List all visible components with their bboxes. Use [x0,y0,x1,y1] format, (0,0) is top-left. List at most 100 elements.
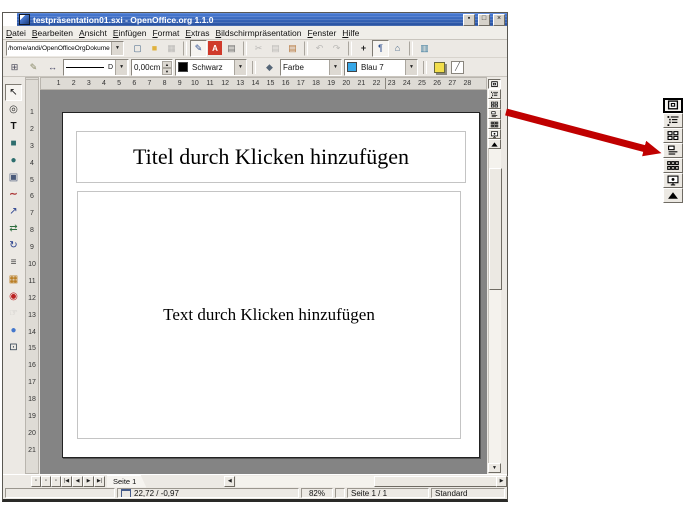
print-icon[interactable]: ▤ [223,40,240,57]
minimize-button[interactable]: ▪ [463,14,475,26]
cut-icon[interactable]: ✂ [250,40,267,57]
line-style-combobox[interactable]: D ▼ [63,59,129,76]
last-page-button[interactable]: ▶| [94,476,105,487]
rotate-icon[interactable]: ↻ [5,237,22,254]
scroll-left-button[interactable]: ◀ [224,476,235,487]
maximize-button[interactable]: □ [478,14,490,26]
vertical-ruler[interactable]: 123456789101112131415161718192021 [25,79,39,474]
load-url-combobox[interactable]: ▼ [6,41,124,56]
chevron-down-icon[interactable]: ▼ [115,60,127,75]
body-placeholder[interactable]: Text durch Klicken hinzufügen [77,191,461,439]
menu-item[interactable]: Extras [182,28,212,38]
3d-objects-icon[interactable]: ▣ [5,169,22,186]
shadow-icon[interactable] [434,62,445,73]
copy-icon[interactable]: ▤ [267,40,284,57]
area-fill-icon[interactable]: ◆ [261,59,278,76]
workspace[interactable]: Titel durch Klicken hinzufügen Text durc… [40,90,487,474]
slide-page[interactable]: Titel durch Klicken hinzufügen Text durc… [62,112,480,458]
status-zoom-cell[interactable]: 82% [301,488,333,498]
fill-mode-combobox[interactable]: Farbe ▼ [280,59,342,76]
open-folder-icon[interactable]: ■ [146,40,163,57]
edit-points-icon[interactable]: ⊞ [6,59,23,76]
prev-page-button[interactable]: ◀ [72,476,83,487]
menu-item[interactable]: Datei [3,28,29,38]
horizontal-ruler[interactable]: 1234567891011121314151617181920212223242… [40,77,487,90]
redo-icon[interactable]: ↷ [328,40,345,57]
rectangle-icon[interactable]: ■ [5,135,22,152]
handout-view-button[interactable] [488,119,501,129]
interaction-icon[interactable]: ☞ [5,305,22,322]
separator[interactable] [348,41,352,56]
alignment-icon[interactable]: ≡ [5,254,22,271]
horizontal-scrollbar-thumb[interactable] [374,476,508,487]
drawing-view-button[interactable] [488,79,501,89]
separator[interactable] [304,41,308,56]
next-page-button[interactable]: ▶ [83,476,94,487]
save-icon[interactable]: ▦ [163,40,180,57]
edit-file-icon[interactable]: ✎ [190,40,207,57]
start-presentation-button[interactable] [488,129,501,139]
vertical-scrollbar-thumb[interactable] [489,168,502,290]
separator[interactable] [409,41,413,56]
navigator-icon[interactable]: + [355,40,372,57]
close-button[interactable]: × [493,14,505,26]
view-button-strip [488,79,501,149]
ruler-number: 20 [339,78,354,90]
text-icon[interactable]: T [5,118,22,135]
mode-button-2[interactable]: ▫ [41,476,51,487]
line-width-spinner[interactable]: 0,00cm ▲▼ [131,59,173,76]
arrange-icon[interactable]: ▦ [5,271,22,288]
undo-icon[interactable]: ↶ [311,40,328,57]
rotation-mode-icon[interactable]: ╱ [451,61,464,74]
spinner-arrows[interactable]: ▲▼ [162,61,172,74]
ruler-number: 24 [399,78,414,90]
menu-item[interactable]: Hilfe [339,28,362,38]
chevron-down-icon[interactable]: ▼ [111,42,123,55]
chevron-down-icon[interactable]: ▼ [234,60,246,75]
arrow-style-icon[interactable]: ↔ [44,59,61,76]
scroll-up-button[interactable] [488,139,501,149]
menu-item[interactable]: Format [149,28,182,38]
slides-view-button[interactable] [488,99,501,109]
3d-controller-icon[interactable]: ● [5,322,22,339]
titlebar-gap [3,13,17,26]
hyperlink-icon[interactable]: ⌂ [389,40,406,57]
title-placeholder[interactable]: Titel durch Klicken hinzufügen [76,131,466,183]
chevron-down-icon[interactable]: ▼ [329,60,341,75]
line-color-combobox[interactable]: Schwarz ▼ [175,59,247,76]
paste-icon[interactable]: ▤ [284,40,301,57]
scroll-down-button[interactable]: ▼ [488,463,501,473]
separator[interactable] [243,41,247,56]
fill-color-combobox[interactable]: Blau 7 ▼ [344,59,418,76]
menu-item[interactable]: Fenster [304,28,339,38]
gallery-icon[interactable]: ▥ [416,40,433,57]
page-tab[interactable]: Seite 1 [107,475,146,488]
titlebar[interactable]: testpräsentation01.sxi - OpenOffice.org … [17,13,507,26]
first-page-button[interactable]: |◀ [61,476,72,487]
stylist-icon[interactable]: ¶ [372,40,389,57]
separator[interactable] [183,41,187,56]
url-input[interactable] [7,45,111,52]
mode-button-1[interactable]: ▫ [31,476,41,487]
lines-arrows-icon[interactable]: ↗ [5,203,22,220]
menu-item[interactable]: Einfügen [110,28,150,38]
curve-icon[interactable]: ∼ [5,186,22,203]
menu-item[interactable]: Ansicht [76,28,110,38]
new-document-icon[interactable]: ▢ [129,40,146,57]
scroll-right-button[interactable]: ▶ [496,476,507,487]
chevron-down-icon[interactable]: ▼ [405,60,417,75]
menu-item[interactable]: Bearbeiten [29,28,76,38]
vertical-scrollbar[interactable] [488,149,501,463]
mode-button-3[interactable]: ▫ [51,476,61,487]
connectors-icon[interactable]: ⇄ [5,220,22,237]
presentation-icon[interactable]: ⊡ [5,339,22,356]
export-pdf-icon[interactable]: A [208,41,222,55]
effects-icon[interactable]: ◉ [5,288,22,305]
glue-points-icon[interactable]: ✎ [25,59,42,76]
notes-view-button[interactable] [488,109,501,119]
zoom-tool-icon[interactable]: ◎ [5,101,22,118]
outline-view-button[interactable] [488,89,501,99]
menu-item[interactable]: Bildschirmpräsentation [212,28,304,38]
ellipse-icon[interactable]: ● [5,152,22,169]
select-icon[interactable]: ↖ [5,84,22,101]
